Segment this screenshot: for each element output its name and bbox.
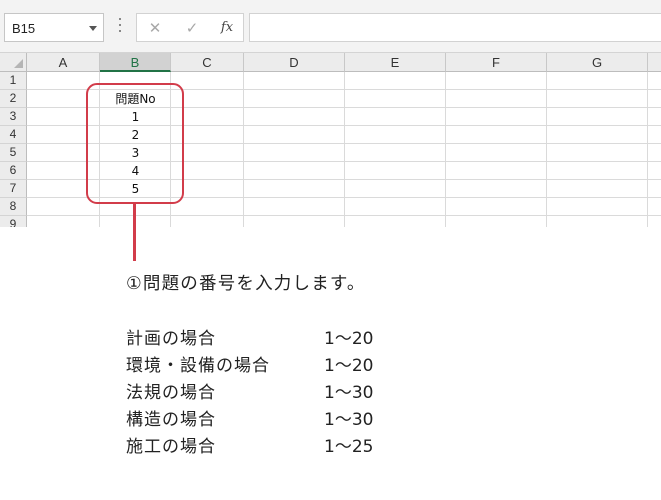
- column-header-e[interactable]: E: [345, 53, 446, 72]
- row-header-5[interactable]: 5: [0, 144, 27, 162]
- row-header-9[interactable]: 9: [0, 216, 27, 227]
- row-header-2[interactable]: 2: [0, 90, 27, 108]
- highlight-box: [86, 83, 184, 204]
- name-box[interactable]: B15: [4, 13, 104, 42]
- column-header-g[interactable]: G: [547, 53, 648, 72]
- check-icon[interactable]: ✓: [182, 20, 202, 36]
- range-value: 1～20: [324, 329, 374, 349]
- drag-handle-icon[interactable]: [118, 18, 121, 32]
- row-header-3[interactable]: 3: [0, 108, 27, 126]
- instruction-note: ①問題の番号を入力します。: [126, 274, 366, 294]
- range-label: 施工の場合: [126, 437, 216, 457]
- callout-line: [133, 204, 136, 261]
- row-header-6[interactable]: 6: [0, 162, 27, 180]
- range-value: 1～25: [324, 437, 374, 457]
- row-header-4[interactable]: 4: [0, 126, 27, 144]
- insert-function-icon[interactable]: fx: [217, 20, 237, 36]
- column-header-f[interactable]: F: [446, 53, 547, 72]
- column-header-c[interactable]: C: [171, 53, 244, 72]
- column-gridline: [647, 72, 648, 227]
- row-header-8[interactable]: 8: [0, 198, 27, 216]
- column-header-d[interactable]: D: [244, 53, 345, 72]
- cancel-icon[interactable]: ✕: [145, 20, 165, 36]
- select-all-button[interactable]: [0, 53, 27, 72]
- column-gridline: [243, 72, 244, 227]
- range-value: 1～30: [324, 410, 374, 430]
- column-header-a[interactable]: A: [27, 53, 100, 72]
- range-label: 計画の場合: [126, 329, 216, 349]
- column-gridline: [344, 72, 345, 227]
- row-header-1[interactable]: 1: [0, 72, 27, 90]
- range-value: 1～20: [324, 356, 374, 376]
- range-label: 構造の場合: [126, 410, 216, 430]
- column-header-b[interactable]: B: [100, 53, 171, 72]
- column-header-h-partial[interactable]: [648, 53, 661, 72]
- select-all-icon: [14, 59, 23, 68]
- name-box-value: B15: [12, 21, 36, 36]
- range-value: 1～30: [324, 383, 374, 403]
- chevron-down-icon[interactable]: [89, 26, 97, 31]
- row-header-7[interactable]: 7: [0, 180, 27, 198]
- formula-bar: B15 ✕ ✓ fx: [0, 0, 661, 53]
- formula-buttons: ✕ ✓ fx: [136, 13, 244, 42]
- range-label: 法規の場合: [126, 383, 216, 403]
- column-gridline: [546, 72, 547, 227]
- formula-input[interactable]: [249, 13, 661, 42]
- range-label: 環境・設備の場合: [126, 356, 270, 376]
- column-gridline: [445, 72, 446, 227]
